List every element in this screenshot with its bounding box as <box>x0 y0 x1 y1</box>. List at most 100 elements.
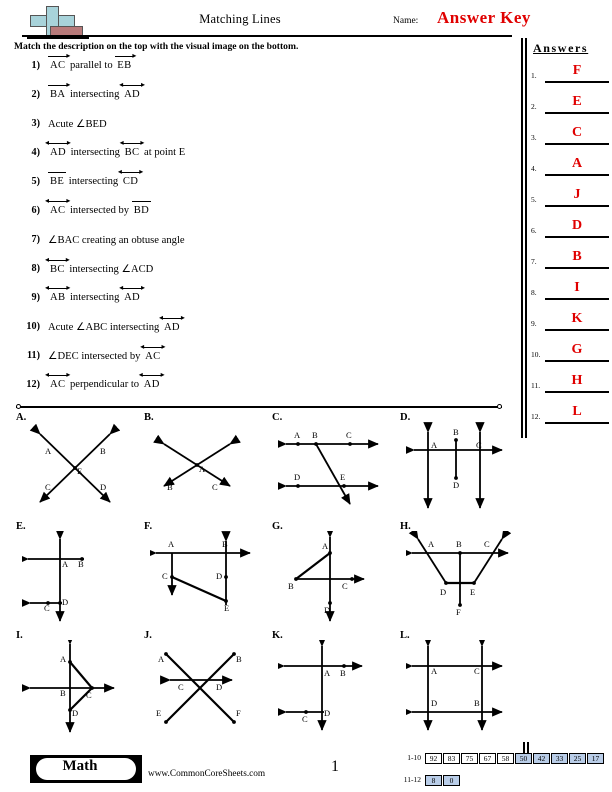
point-label: E <box>224 603 229 613</box>
answer-blank-line[interactable] <box>545 174 609 176</box>
point-label: D <box>62 597 68 607</box>
brand-label: Math <box>62 758 98 774</box>
answer-blank-line[interactable] <box>545 205 609 207</box>
diagram-choice[interactable]: G. A B C D <box>268 521 396 630</box>
question-phrase: ∠BAC creating an obtuse angle <box>48 235 185 246</box>
question-text: AB ▸ ◂ intersecting AD ▸ ◂ <box>45 282 145 303</box>
diagram-choice[interactable]: I. A B C D <box>12 630 140 739</box>
answer-row: 11. H <box>531 373 611 394</box>
question-text: Acute ∠ABC intersecting AD ▸ ◂ <box>48 313 185 333</box>
diagram-choice[interactable]: K. A B C D <box>268 630 396 739</box>
answer-index: 11. <box>531 381 541 390</box>
ray-notation: BA ▸ <box>48 79 71 100</box>
line-notation: AD ▸ ◂ <box>138 369 165 390</box>
diagram-choice[interactable]: D. A B C D <box>396 412 524 521</box>
point-label: B <box>312 430 318 440</box>
point-label: B <box>340 668 346 678</box>
answer-value: I <box>574 280 580 295</box>
point-label: C <box>45 482 51 492</box>
score-cell: 33 <box>551 753 568 764</box>
line-notation: AD ▸ ◂ <box>45 137 71 158</box>
point-label: D <box>431 698 437 708</box>
line-notation: AD ▸ ◂ <box>119 282 145 303</box>
point-label: E <box>156 708 161 718</box>
point-label: D <box>324 708 330 718</box>
point-label: C <box>86 690 92 700</box>
answer-blank-line[interactable] <box>545 267 609 269</box>
question-list: 1) AC ▸ parallel to EB ▸ 2) BA ▸ intersecting … <box>14 50 514 406</box>
line-notation: AC ▸ ◂ <box>140 341 166 362</box>
question-number: 7) <box>31 234 41 245</box>
question-text: Acute ∠BED <box>48 118 107 130</box>
answer-index: 9. <box>531 319 537 328</box>
diagram-choice[interactable]: L. A C D B <box>396 630 524 739</box>
instructions-text: Match the description on the top with th… <box>14 41 299 52</box>
question-item: 6) AC ▸ ◂ intersected by BD <box>14 195 514 232</box>
line-notation: BC ▸ ◂ <box>119 137 145 158</box>
seg-notation: BD <box>131 201 152 216</box>
question-item: 11) ∠DEC intersected by AC ▸ ◂ <box>14 341 514 377</box>
question-text: BA ▸ intersecting AD ▸ ◂ <box>48 79 145 100</box>
score-row-label: 11-12 <box>403 775 421 784</box>
diagram-choice[interactable]: B. A B C <box>140 412 268 521</box>
diagram-choice[interactable]: C. A B C D E <box>268 412 396 521</box>
answer-blank-line[interactable] <box>545 112 609 114</box>
diagram-choice[interactable]: F. A B C D E <box>140 521 268 630</box>
answers-divider-left <box>521 38 523 438</box>
diagram-figure: A B C D E F <box>156 652 242 724</box>
point-label: D <box>216 682 222 692</box>
answer-blank-line[interactable] <box>545 329 609 331</box>
answer-row: 2. E <box>531 94 611 115</box>
point-label: C <box>162 571 168 581</box>
line-notation: AC ▸ ◂ <box>45 195 71 216</box>
point-label: C <box>44 603 50 613</box>
diagram-choice[interactable]: A. A B C D E <box>12 412 140 521</box>
diagram-figure: ABCD <box>22 531 84 622</box>
point-label: F <box>456 607 461 617</box>
answer-value: J <box>573 187 581 202</box>
answer-key-stamp: Answer Key <box>437 8 531 27</box>
score-cell: 8 <box>425 775 442 786</box>
point-label: B <box>78 559 84 569</box>
point-label: A <box>431 440 438 450</box>
answer-blank-line[interactable] <box>545 236 609 238</box>
answer-value: C <box>571 125 583 140</box>
diagram-figure: ABCD <box>278 640 363 731</box>
point-label: D <box>453 480 459 490</box>
question-item: 8) BC ▸ ◂ intersecting ∠ACD <box>14 255 514 290</box>
page-number: 1 <box>331 758 339 775</box>
answer-blank-line[interactable] <box>545 422 609 424</box>
question-phrase: intersecting <box>69 89 120 100</box>
answer-blank-line[interactable] <box>545 143 609 145</box>
diagram-figure: A B C D E <box>29 423 121 503</box>
answer-blank-line[interactable] <box>545 391 609 393</box>
diagram-choice[interactable]: H. A B C D E F <box>396 521 524 630</box>
answer-blank-line[interactable] <box>545 298 609 300</box>
question-phrase: intersecting <box>68 176 119 187</box>
website-url: www.CommonCoreSheets.com <box>148 769 266 779</box>
question-number: 4) <box>31 147 41 158</box>
ray-notation: EB ▸ <box>115 50 137 71</box>
diagram-choice[interactable]: J. A B C D E F <box>140 630 268 739</box>
page-header: Matching Lines Name: Answer Key <box>0 0 612 40</box>
question-text: AC ▸ parallel to EB ▸ <box>48 50 137 71</box>
diagram-choice[interactable]: E. A B C D <box>12 521 140 630</box>
question-text: BC ▸ ◂ intersecting ∠ACD <box>45 255 154 275</box>
answer-row: 6. D <box>531 218 611 239</box>
question-item: 9) AB ▸ ◂ intersecting AD ▸ ◂ <box>14 282 514 319</box>
answer-row: 9. K <box>531 311 611 332</box>
question-phrase: ∠DEC intersected by <box>48 351 141 362</box>
diagram-figure: ABCD <box>288 531 365 622</box>
point-label: D <box>294 472 300 482</box>
question-item: 4) AD ▸ ◂ intersecting BC ▸ ◂ at point E <box>14 137 514 174</box>
answers-column: Answers 1. F 2. E 3. C 4. A 5. J 6. D 7. B 8. I 9. K 10. G 1… <box>521 38 612 743</box>
answer-blank-line[interactable] <box>545 81 609 83</box>
answer-blank-line[interactable] <box>545 360 609 362</box>
point-label: D <box>324 605 330 615</box>
question-phrase: at point E <box>144 147 186 158</box>
question-number: 11) <box>26 350 40 361</box>
score-cell: 42 <box>533 753 550 764</box>
question-phrase: intersecting ∠ACD <box>69 264 154 275</box>
question-phrase: intersected by <box>69 205 130 216</box>
brand-badge: Math <box>30 755 142 783</box>
